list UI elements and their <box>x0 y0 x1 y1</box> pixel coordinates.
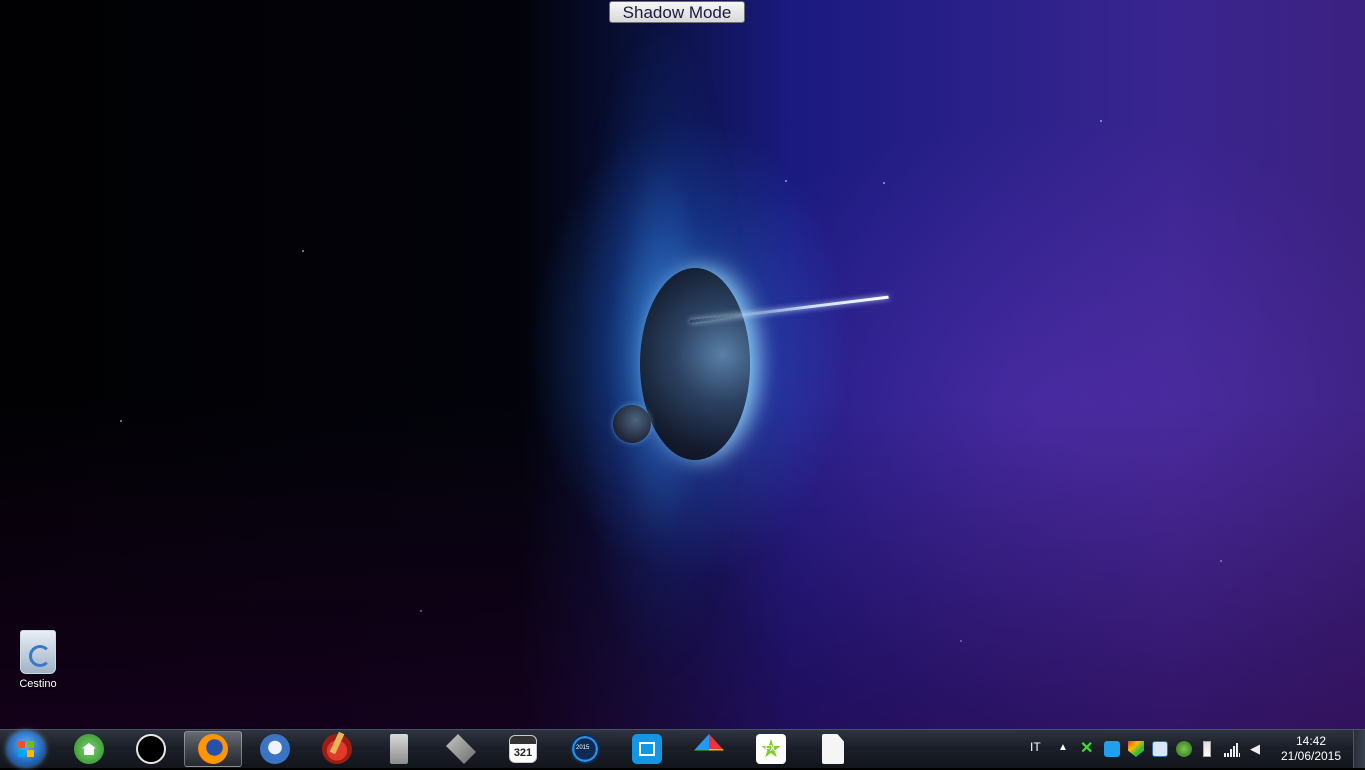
taskbar-blue-app[interactable] <box>618 731 676 767</box>
recycle-bin-icon <box>20 630 56 674</box>
fx-star-icon: FX <box>756 734 786 764</box>
language-indicator[interactable]: IT <box>1030 740 1041 754</box>
shield-color-icon[interactable] <box>1128 741 1144 757</box>
recycle-bin-desktop-icon[interactable]: Cestino <box>10 630 66 690</box>
star <box>1220 560 1222 562</box>
planet <box>640 268 750 460</box>
umbrella-icon <box>694 734 724 751</box>
star <box>120 420 122 422</box>
clock-date: 21/06/2015 <box>1280 749 1342 763</box>
blue-square-icon <box>632 734 662 764</box>
shield-blue-icon[interactable] <box>1104 741 1120 757</box>
recycle-bin-label: Cestino <box>19 678 57 690</box>
taskbar-2015-app[interactable]: 2015 <box>556 731 614 767</box>
firefox-icon <box>198 734 228 764</box>
star <box>785 180 787 182</box>
document-icon <box>822 734 844 764</box>
start-button[interactable] <box>7 731 45 767</box>
taskbar-tools-app[interactable] <box>432 731 490 767</box>
battery-icon[interactable] <box>1203 741 1211 757</box>
2015-icon: 2015 <box>570 734 600 764</box>
taskbar-server-app[interactable] <box>370 731 428 767</box>
planet-ring <box>689 295 889 323</box>
nebula <box>560 20 740 720</box>
taskbar-home-app[interactable] <box>60 731 118 767</box>
windows-logo-icon <box>18 741 34 757</box>
moon <box>613 405 651 443</box>
desktop-wallpaper <box>0 0 1365 729</box>
clock[interactable]: 14:42 21/06/2015 <box>1276 734 1346 764</box>
thunderbird-icon <box>260 734 290 764</box>
taskbar-firefox[interactable] <box>184 731 242 767</box>
star <box>420 610 422 612</box>
star <box>883 182 885 184</box>
ccleaner-icon <box>322 734 352 764</box>
show-hidden-icon[interactable]: ▲ <box>1058 742 1074 758</box>
volume-icon[interactable]: ◀ <box>1250 741 1266 757</box>
taskbar-ccleaner[interactable] <box>308 731 366 767</box>
bug-icon[interactable] <box>1176 741 1192 757</box>
taskbar: 321 2015 FX IT ▲ ✕ ◀ 14:42 21/06/2015 <box>0 729 1365 768</box>
home-icon <box>74 734 104 764</box>
signal-icon[interactable] <box>1224 741 1240 757</box>
taskbar-thunderbird[interactable] <box>246 731 304 767</box>
star <box>302 250 304 252</box>
server-icon <box>390 734 408 764</box>
fx-icon-text: FX <box>765 744 776 753</box>
circle-icon <box>136 734 166 764</box>
2015-icon-text: 2015 <box>576 745 590 751</box>
clock-time: 14:42 <box>1295 734 1327 748</box>
network-app-icon[interactable] <box>1152 741 1168 757</box>
calendar-321-icon: 321 <box>509 735 537 763</box>
x-icon[interactable]: ✕ <box>1080 741 1096 757</box>
shadow-mode-button[interactable]: Shadow Mode <box>609 1 745 23</box>
taskbar-umbrella-app[interactable] <box>680 731 738 767</box>
show-desktop-button[interactable] <box>1353 730 1365 768</box>
star <box>960 640 962 642</box>
taskbar-321-app[interactable]: 321 <box>494 731 552 767</box>
taskbar-circle-app[interactable] <box>122 731 180 767</box>
taskbar-document-app[interactable] <box>804 731 862 767</box>
star <box>1100 120 1102 122</box>
tools-icon <box>446 734 476 764</box>
taskbar-fx-app[interactable]: FX <box>742 731 800 767</box>
